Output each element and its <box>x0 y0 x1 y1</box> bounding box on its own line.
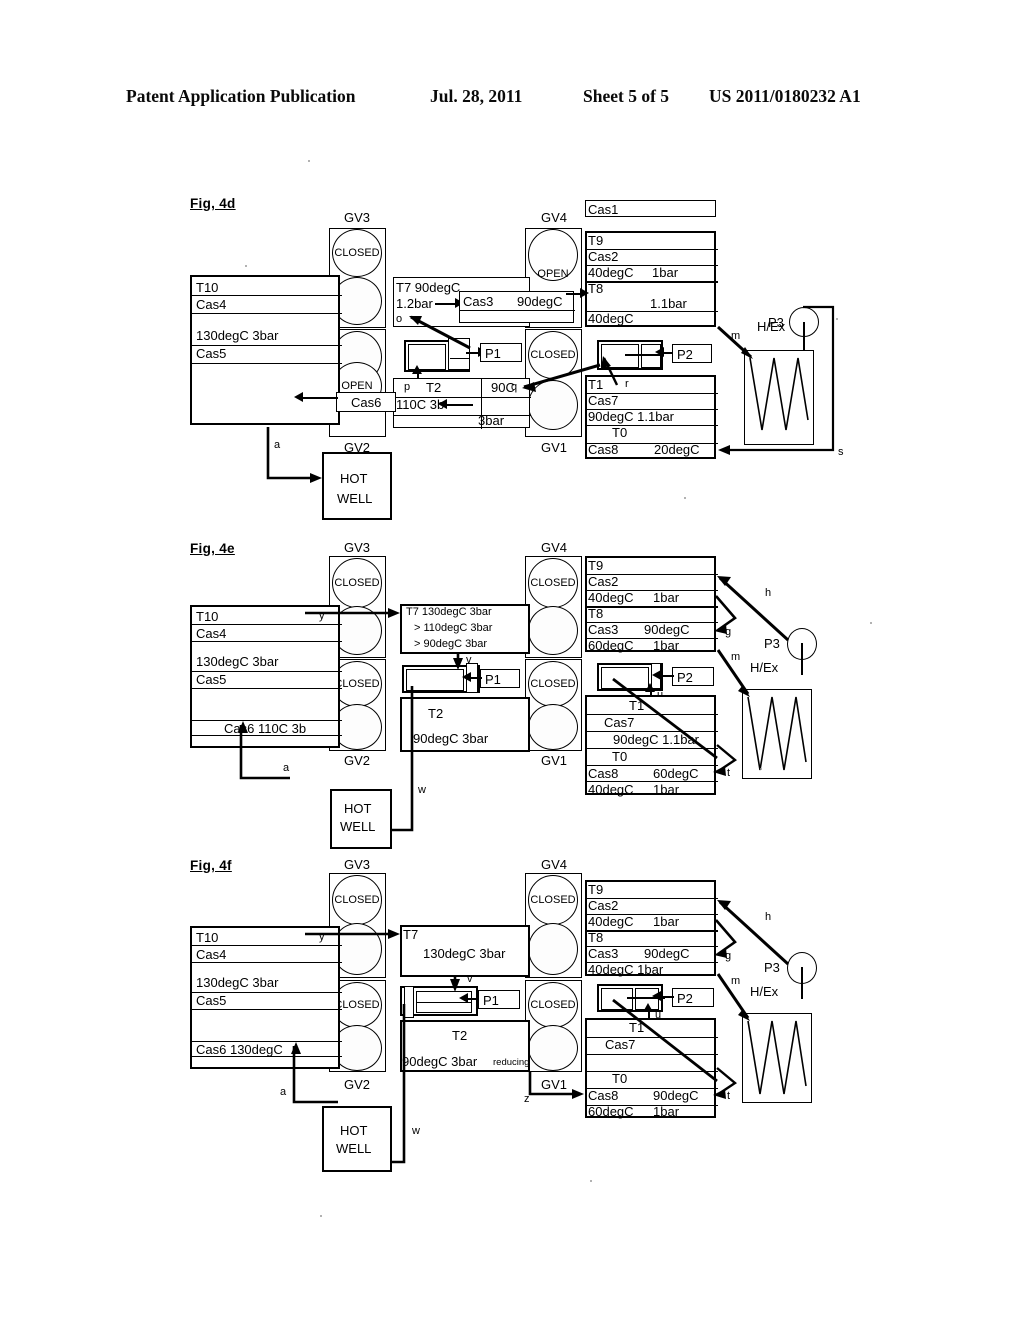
fig4f-gv1-state: CLOSED <box>530 999 576 1011</box>
fig4f-line-h: h <box>765 911 772 923</box>
scan-speck <box>320 1215 322 1217</box>
fig4f-p2-label: P2 <box>677 991 693 1006</box>
fig4f-rv-row-0: T9 <box>588 882 604 897</box>
fig4f-gv3-circle-top: CLOSED <box>332 875 382 925</box>
fig4f-t7-value: 130degC 3bar <box>423 946 506 961</box>
fig4f-line-t: t <box>727 1090 731 1102</box>
fig4f-left-vessel: T10 y Cas4 130degC 3bar Cas5 Cas6 130deg… <box>190 926 342 1069</box>
fig4f-rvl-row-4: Cas8 <box>588 1088 619 1103</box>
scan-speck <box>245 265 247 267</box>
fig4f-rv-row-2: 40degC <box>588 914 634 929</box>
fig4f-line-g: g <box>725 950 732 962</box>
fig4f-connections <box>291 900 807 1167</box>
fig4f-valve-gv4[interactable]: CLOSED <box>525 873 582 978</box>
fig4f-pump-p1[interactable]: P1 <box>478 990 520 1009</box>
fig4f-rv-row-3: T8 <box>588 930 604 945</box>
fig4f-line-m: m <box>731 975 741 987</box>
fig4f-gv3-label: GV3 <box>344 857 371 872</box>
fig4f-valve-gv1[interactable]: CLOSED <box>525 980 582 1072</box>
fig4f-t7-label: T7 <box>403 927 419 942</box>
scan-speck <box>870 622 872 624</box>
fig4f-rvl-row-1: Cas7 <box>605 1037 636 1052</box>
fig4f-rv-row-2-v: 1bar <box>653 914 680 929</box>
fig4f-lv-row-4: Cas5 <box>196 993 227 1008</box>
fig4f-right-vessel-lower <box>585 1018 718 1118</box>
fig4f-rvl-row-5: 60degC <box>588 1104 634 1119</box>
fig4f-p3-label: P3 <box>764 960 780 975</box>
fig4f-lv-row-1: Cas4 <box>196 947 227 962</box>
fig4f-gv4-circle-top: CLOSED <box>528 875 578 925</box>
fig4f-gv1-circle-top: CLOSED <box>528 982 578 1028</box>
fig4f-gv4-state: CLOSED <box>530 894 576 906</box>
fig4f-lv-row-3: 130degC 3bar <box>196 975 279 990</box>
fig4f-gv4-label: GV4 <box>541 857 568 872</box>
patent-page: Patent Application Publication Jul. 28, … <box>0 0 1024 1320</box>
fig4f-rvl-row-4-v: 90degC <box>653 1088 699 1103</box>
scan-speck <box>760 768 762 770</box>
fig4f-gv1-label: GV1 <box>541 1077 568 1092</box>
fig4f-gv4-circle-bottom <box>528 923 578 975</box>
fig4f-gv3-state: CLOSED <box>334 894 380 906</box>
fig4f-hotwell-line1: HOT <box>340 1123 368 1138</box>
fig4f-pump-p2[interactable]: P2 <box>672 988 714 1007</box>
fig4f-hx-label: H/Ex <box>750 984 779 999</box>
fig4f-p1-label: P1 <box>483 993 499 1008</box>
fig4f-rv-row-4: Cas3 <box>588 946 619 961</box>
fig4f-rvl-row-3: T0 <box>612 1071 628 1086</box>
figure-4f-label: Fig, 4f <box>190 858 232 873</box>
fig4f-rv-row-4-v: 90degC <box>644 946 690 961</box>
fig4f-line-a: a <box>280 1086 287 1098</box>
fig4f-rv-row-1: Cas2 <box>588 898 619 913</box>
fig4f-rvl-row-0: T1 <box>629 1020 645 1035</box>
fig4f-t2-value: 90degC 3bar <box>402 1054 478 1069</box>
fig4f-gv2-label: GV2 <box>344 1077 371 1092</box>
scan-speck <box>684 497 686 499</box>
scan-speck <box>308 160 310 162</box>
fig4f-rvl-row-5-v: 1bar <box>653 1104 680 1119</box>
fig4f-lv-row-0: T10 <box>196 930 219 945</box>
fig4f-line-w: w <box>412 1125 420 1137</box>
scan-speck <box>590 1180 592 1182</box>
fig4f-hot-well <box>322 1106 392 1172</box>
fig4f-lv-row-6: Cas6 130degC <box>196 1042 283 1057</box>
fig4f-rv-row-5: 40degC 1bar <box>588 962 664 977</box>
fig4f-t2-label: T2 <box>452 1028 468 1043</box>
fig4f-tap-v: v <box>467 973 473 985</box>
fig4f-heat-exchanger <box>742 1013 812 1103</box>
figure-4f: Fig, 4f GV3 GV2 GV4 GV1 CLOSED CLOSED CL… <box>0 0 1024 1320</box>
scan-speck <box>836 318 838 320</box>
fig4f-lv-tap-y: y <box>319 931 325 943</box>
fig4f-hotwell-line2: WELL <box>336 1141 372 1156</box>
fig4f-t2-note: reducing <box>493 1057 530 1068</box>
fig4f-line-z: z <box>524 1093 530 1105</box>
fig4f-gv1-circle-bottom <box>528 1025 578 1071</box>
